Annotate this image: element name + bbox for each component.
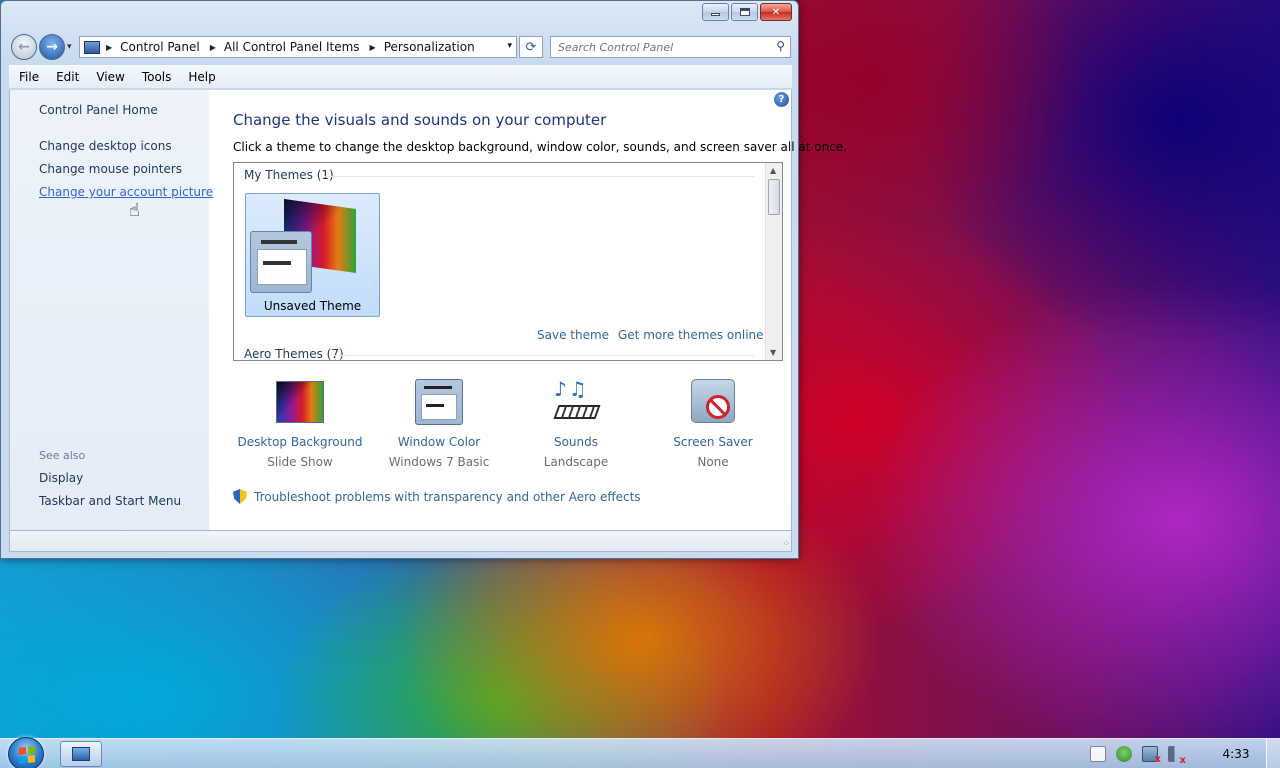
change-mouse-pointers-link[interactable]: Change mouse pointers [39, 162, 182, 176]
breadcrumb-all-items[interactable]: All Control Panel Items [224, 40, 360, 54]
refresh-button[interactable]: ⟳ [519, 36, 543, 58]
menu-edit[interactable]: Edit [56, 70, 79, 84]
theme-name: Unsaved Theme [263, 299, 362, 313]
menu-view[interactable]: View [96, 70, 124, 84]
task-pane: Control Panel Home Change desktop icons … [10, 90, 213, 530]
content-area: Control Panel Home Change desktop icons … [9, 90, 847, 530]
close-icon: ✕ [771, 6, 781, 18]
maximize-icon [739, 8, 750, 16]
theme-list-scrollbar[interactable]: ▲ ▼ [765, 163, 782, 360]
clock[interactable]: 4:33 [1206, 747, 1266, 761]
theme-list[interactable]: My Themes (1) Unsaved Theme Save theme G… [233, 162, 783, 361]
minimize-icon [711, 13, 720, 16]
personalization-window: ✕ ← → ▾ ▶ Control Panel ▶ All Control Pa… [0, 0, 847, 559]
breadcrumb-control-panel[interactable]: Control Panel [120, 40, 200, 54]
desktop-background-item[interactable]: Desktop Background Slide Show [231, 377, 369, 469]
window-color-value: Windows 7 Basic [388, 455, 490, 469]
see-also-heading: See also [39, 449, 86, 462]
taskbar-start-menu-link[interactable]: Taskbar and Start Menu [39, 494, 181, 508]
control-panel-icon [72, 747, 90, 761]
back-button[interactable]: ← [11, 34, 37, 60]
scrollbar-thumb[interactable] [768, 179, 780, 215]
sounds-item[interactable]: ♪♫ Sounds Landscape [507, 377, 645, 469]
group-divider [334, 355, 754, 356]
window-color-item[interactable]: Window Color Windows 7 Basic [370, 377, 508, 469]
desktop-background-icon [274, 377, 326, 427]
screen-saver-label[interactable]: Screen Saver [644, 435, 782, 449]
forward-arrow-icon: → [46, 39, 58, 55]
aero-themes-header[interactable]: Aero Themes (7) [244, 347, 344, 360]
forward-button[interactable]: → [39, 34, 65, 60]
scroll-down-icon[interactable]: ▼ [770, 348, 776, 357]
scroll-up-icon[interactable]: ▲ [770, 166, 776, 175]
action-center-icon[interactable] [1116, 746, 1132, 762]
my-themes-header[interactable]: My Themes (1) [244, 168, 334, 182]
control-panel-home-link[interactable]: Control Panel Home [39, 103, 158, 117]
desktop-background-label[interactable]: Desktop Background [231, 435, 369, 449]
notification-area: 4:33 [1090, 739, 1280, 768]
shield-icon [233, 489, 247, 504]
volume-muted-icon[interactable] [1168, 746, 1186, 766]
screen-saver-item[interactable]: Screen Saver None [644, 377, 782, 469]
change-desktop-icons-link[interactable]: Change desktop icons [39, 139, 172, 153]
menu-file[interactable]: File [19, 70, 39, 84]
breadcrumb-separator-icon[interactable]: ▶ [106, 43, 112, 52]
page-description: Click a theme to change the desktop back… [233, 140, 847, 154]
desktop-background-value: Slide Show [267, 455, 333, 469]
breadcrumb-separator-icon[interactable]: ▶ [370, 43, 376, 52]
display-link[interactable]: Display [39, 471, 83, 485]
page-title: Change the visuals and sounds on your co… [233, 111, 607, 129]
menu-tools[interactable]: Tools [142, 70, 172, 84]
group-divider [324, 176, 754, 177]
screen-saver-icon [687, 377, 739, 427]
minimize-button[interactable] [702, 3, 729, 21]
refresh-icon: ⟳ [525, 39, 537, 55]
close-button[interactable]: ✕ [760, 3, 792, 21]
menu-help[interactable]: Help [188, 70, 215, 84]
search-input[interactable] [558, 40, 758, 54]
breadcrumb-personalization[interactable]: Personalization [384, 40, 475, 54]
recent-pages-dropdown[interactable]: ▾ [67, 42, 72, 52]
search-icon[interactable]: ⚲ [776, 39, 785, 53]
document-tray-icon[interactable] [1090, 746, 1106, 762]
breadcrumb-separator-icon[interactable]: ▶ [210, 43, 216, 52]
window-color-icon [413, 377, 465, 427]
breadcrumb: ▶ Control Panel ▶ All Control Panel Item… [106, 40, 485, 54]
show-desktop-button[interactable] [1266, 739, 1280, 768]
get-more-themes-link[interactable]: Get more themes online [618, 328, 764, 342]
theme-window-preview [250, 231, 312, 293]
network-disconnected-icon[interactable] [1142, 746, 1161, 765]
theme-unsaved[interactable]: Unsaved Theme [245, 193, 380, 317]
sounds-value: Landscape [543, 455, 609, 469]
help-icon[interactable]: ? [774, 92, 789, 107]
windows-logo-icon [19, 746, 35, 764]
sounds-icon: ♪♫ [550, 377, 602, 427]
save-theme-link[interactable]: Save theme [537, 328, 609, 342]
hand-cursor-icon: ☝ [129, 200, 140, 221]
control-panel-icon [84, 40, 100, 54]
address-dropdown-icon[interactable]: ▾ [507, 41, 512, 51]
maximize-button[interactable] [731, 3, 758, 21]
troubleshoot-label[interactable]: Troubleshoot problems with transparency … [254, 490, 641, 504]
status-bar: ⁘ [9, 530, 792, 552]
start-button[interactable] [8, 737, 44, 768]
sounds-label[interactable]: Sounds [507, 435, 645, 449]
back-arrow-icon: ← [18, 39, 30, 55]
menu-bar: File Edit View Tools Help [9, 65, 792, 89]
taskbar: 4:33 [0, 737, 1280, 768]
search-box[interactable]: ⚲ [550, 36, 791, 58]
caption-buttons: ✕ [700, 3, 792, 21]
window-color-label[interactable]: Window Color [370, 435, 508, 449]
resize-grip-icon[interactable]: ⁘ [782, 539, 789, 549]
change-account-picture-link[interactable]: Change your account picture [39, 185, 213, 199]
navigation-bar: ← → ▾ ▶ Control Panel ▶ All Control Pane… [9, 34, 792, 60]
taskbar-control-panel-button[interactable] [60, 741, 102, 767]
troubleshoot-link[interactable]: Troubleshoot problems with transparency … [233, 489, 641, 504]
address-bar[interactable]: ▶ Control Panel ▶ All Control Panel Item… [79, 36, 517, 58]
screen-saver-value: None [697, 455, 729, 469]
